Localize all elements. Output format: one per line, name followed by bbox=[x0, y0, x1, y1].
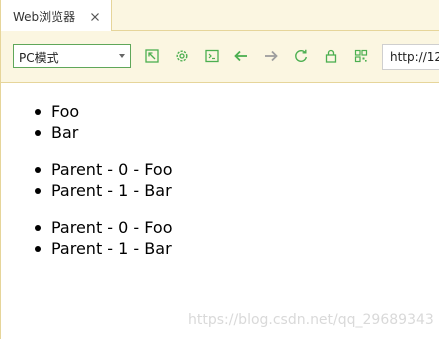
refresh-icon[interactable] bbox=[293, 48, 309, 64]
list-item: Parent - 1 - Bar bbox=[1, 238, 173, 259]
watermark: https://blog.csdn.net/qq_29689343 bbox=[188, 312, 434, 328]
mode-select-value: PC模式 bbox=[19, 51, 59, 65]
url-input[interactable]: http://12 bbox=[382, 44, 439, 70]
tab-web-browser[interactable]: Web浏览器 bbox=[1, 0, 112, 31]
mode-select[interactable]: PC模式 bbox=[13, 44, 131, 68]
url-text: http://12 bbox=[390, 50, 439, 64]
lock-icon[interactable] bbox=[323, 48, 339, 64]
qr-code-icon[interactable] bbox=[353, 48, 369, 64]
chevron-down-icon bbox=[119, 54, 125, 58]
external-link-icon[interactable] bbox=[144, 48, 160, 64]
list: Parent - 0 - Foo Parent - 1 - Bar bbox=[1, 159, 173, 201]
list-item: Foo bbox=[1, 101, 79, 122]
tab-bar: Web浏览器 bbox=[1, 0, 439, 31]
browser-window: Web浏览器 PC模式 http://12 Foo Bar Parent - 0… bbox=[0, 0, 439, 339]
list-item: Bar bbox=[1, 122, 79, 143]
terminal-icon[interactable] bbox=[204, 48, 220, 64]
close-icon[interactable] bbox=[89, 8, 101, 21]
arrow-left-icon[interactable] bbox=[233, 48, 249, 64]
page-content: Foo Bar Parent - 0 - Foo Parent - 1 - Ba… bbox=[1, 84, 439, 339]
toolbar: PC模式 http://12 bbox=[1, 31, 439, 83]
arrow-right-icon[interactable] bbox=[263, 48, 279, 64]
list-item: Parent - 0 - Foo bbox=[1, 217, 173, 238]
list-item: Parent - 1 - Bar bbox=[1, 180, 173, 201]
tab-title: Web浏览器 bbox=[13, 10, 76, 24]
list: Parent - 0 - Foo Parent - 1 - Bar bbox=[1, 217, 173, 259]
list-item: Parent - 0 - Foo bbox=[1, 159, 173, 180]
list: Foo Bar bbox=[1, 101, 79, 143]
gear-icon[interactable] bbox=[174, 48, 190, 64]
